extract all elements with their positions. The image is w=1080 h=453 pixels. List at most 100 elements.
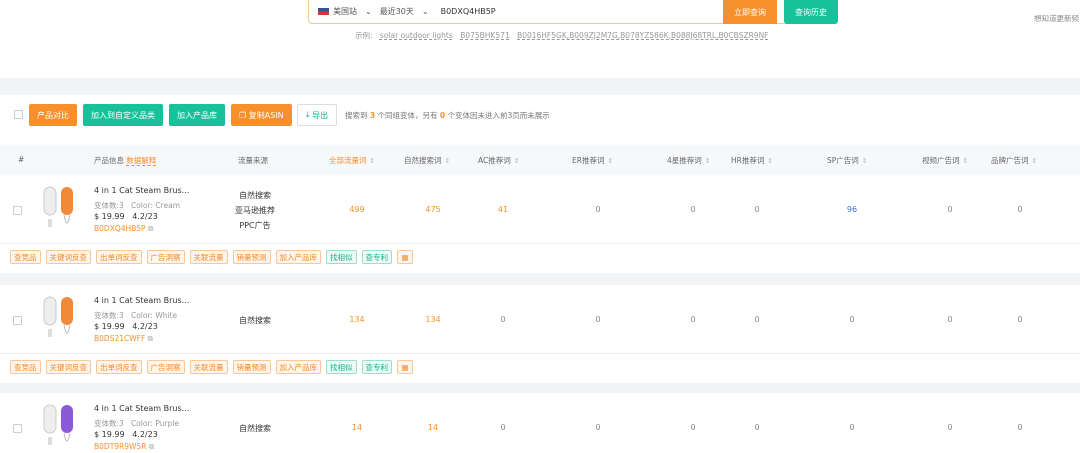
action-button[interactable]: 查竞品 <box>10 360 41 374</box>
metric-video[interactable]: 0 <box>947 423 952 432</box>
product-title[interactable]: 4 in 1 Cat Steam Brus... <box>94 186 189 195</box>
metric-star4[interactable]: 0 <box>690 423 695 432</box>
metric-star4[interactable]: 0 <box>690 205 695 214</box>
action-button[interactable]: 出单词反查 <box>96 360 142 374</box>
metric-organic[interactable]: 14 <box>428 423 438 432</box>
asin-link[interactable]: B0DS21CWFF ⧉ <box>94 334 153 344</box>
traffic-sources: 自然搜索 <box>225 421 285 436</box>
action-button[interactable]: 关键词反查 <box>45 250 91 264</box>
action-button[interactable]: 加入产品库 <box>275 250 321 264</box>
col-hr[interactable]: HR推荐词 ⇕ <box>731 155 773 166</box>
product-image[interactable] <box>42 295 78 345</box>
row-checkbox[interactable] <box>13 316 22 325</box>
metric-hr[interactable]: 0 <box>754 205 759 214</box>
metric-brand[interactable]: 0 <box>1017 315 1022 324</box>
col-index: # <box>18 155 25 164</box>
update-hint[interactable]: 想知道更新频 <box>1034 13 1079 24</box>
add-library-button[interactable]: 加入产品库 <box>169 104 225 126</box>
row-checkbox[interactable] <box>13 206 22 215</box>
metric-er[interactable]: 0 <box>595 315 600 324</box>
select-all-checkbox[interactable] <box>14 110 23 119</box>
metric-brand[interactable]: 0 <box>1017 205 1022 214</box>
product-image[interactable] <box>42 185 78 235</box>
action-button[interactable]: 销量预测 <box>232 250 271 264</box>
col-4star[interactable]: 4星推荐词 ⇕ <box>667 155 711 166</box>
example-link[interactable]: B075BHK571 <box>460 31 509 40</box>
metric-video[interactable]: 0 <box>947 315 952 324</box>
history-button[interactable]: 查询历史 <box>784 0 838 24</box>
row-actions: 查竞品 关键词反查 出单词反查 广告洞察 关联流量 销量预测 加入产品库 找相似 查专利 ▦ <box>10 250 413 264</box>
product-title[interactable]: 4 in 1 Cat Steam Brus... <box>94 296 189 305</box>
row-checkbox[interactable] <box>13 424 22 433</box>
metric-video[interactable]: 0 <box>947 205 952 214</box>
action-button[interactable]: 关联流量 <box>189 360 228 374</box>
metric-sp[interactable]: 0 <box>849 423 854 432</box>
calculator-icon[interactable]: ▦ <box>397 250 413 264</box>
action-button[interactable]: 关键词反查 <box>45 360 91 374</box>
col-video[interactable]: 视频广告词 ⇕ <box>922 155 968 166</box>
action-button[interactable]: 关联流量 <box>189 250 228 264</box>
sort-icon: ⇕ <box>767 157 774 165</box>
copy-asin-button[interactable]: ❐ 复制ASIN <box>231 104 292 126</box>
search-button[interactable]: 立即查询 <box>723 0 777 24</box>
col-ac[interactable]: AC推荐词 ⇕ <box>478 155 520 166</box>
metric-ac[interactable]: 41 <box>498 205 508 214</box>
metric-organic[interactable]: 475 <box>425 205 440 214</box>
price-rating: $ 19.99 4.2/23 <box>94 322 158 331</box>
compare-button[interactable]: 产品对比 <box>29 104 77 126</box>
calculator-icon[interactable]: ▦ <box>397 360 413 374</box>
asin-link[interactable]: B0DXQ4HB5P ⧉ <box>94 224 153 234</box>
col-brand[interactable]: 品牌广告词 ⇕ <box>991 155 1037 166</box>
external-link-icon: ⧉ <box>148 442 155 451</box>
metric-hr[interactable]: 0 <box>754 423 759 432</box>
col-organic[interactable]: 自然搜索词 ⇕ <box>404 155 450 166</box>
metric-sp[interactable]: 0 <box>849 315 854 324</box>
action-button[interactable]: 加入产品库 <box>275 360 321 374</box>
action-button[interactable]: 找相似 <box>326 360 357 374</box>
metric-star4[interactable]: 0 <box>690 315 695 324</box>
action-button[interactable]: 广告洞察 <box>146 250 185 264</box>
example-link[interactable]: solar outdoor lights <box>380 31 453 40</box>
action-button[interactable]: 销量预测 <box>232 360 271 374</box>
variant-info: 变体数:3 Color: White <box>94 311 178 320</box>
metric-ac[interactable]: 0 <box>500 423 505 432</box>
sort-icon: ⇕ <box>369 157 376 165</box>
variant-info: 变体数:3 Color: Purple <box>94 419 180 428</box>
site-select[interactable]: 美国站 <box>333 6 357 17</box>
metric-brand[interactable]: 0 <box>1017 423 1022 432</box>
action-button[interactable]: 广告洞察 <box>146 360 185 374</box>
metric-all[interactable]: 14 <box>352 423 362 432</box>
price-rating: $ 19.99 4.2/23 <box>94 430 158 439</box>
metric-all[interactable]: 134 <box>349 315 364 324</box>
metric-sp[interactable]: 96 <box>847 205 857 214</box>
col-all[interactable]: 全部流量词 ⇕ <box>329 155 375 166</box>
action-button[interactable]: 查竞品 <box>10 250 41 264</box>
sort-icon: ⇕ <box>444 157 451 165</box>
us-flag-icon <box>318 8 329 15</box>
row-actions: 查竞品 关键词反查 出单词反查 广告洞察 关联流量 销量预测 加入产品库 找相似 查专利 ▦ <box>10 360 413 374</box>
add-custom-category-button[interactable]: 加入到自定义品类 <box>83 104 163 126</box>
metric-er[interactable]: 0 <box>595 423 600 432</box>
data-explain-link[interactable]: 数据解释 <box>126 156 157 166</box>
action-button[interactable]: 出单词反查 <box>96 250 142 264</box>
product-image[interactable] <box>42 403 78 453</box>
period-select[interactable]: 最近30天 <box>380 6 414 17</box>
metric-er[interactable]: 0 <box>595 205 600 214</box>
product-title[interactable]: 4 in 1 Cat Steam Brus... <box>94 404 189 413</box>
export-button[interactable]: ⤓ 导出 <box>297 104 338 126</box>
action-button[interactable]: 查专利 <box>361 250 392 264</box>
col-sp[interactable]: SP广告词 ⇕ <box>827 155 868 166</box>
metric-organic[interactable]: 134 <box>425 315 440 324</box>
search-input[interactable]: B0DXQ4HB5P <box>441 7 496 16</box>
traffic-source: 自然搜索 <box>239 190 271 200</box>
col-er[interactable]: ER推荐词 ⇕ <box>572 155 613 166</box>
asin-link[interactable]: B0DT9R9W5R ⧉ <box>94 442 154 452</box>
action-button[interactable]: 找相似 <box>326 250 357 264</box>
action-button[interactable]: 查专利 <box>361 360 392 374</box>
metric-ac[interactable]: 0 <box>500 315 505 324</box>
example-link[interactable]: B0016HF5GK,B009ZJ2M7G,B078YZ586K,B088J68… <box>517 31 768 40</box>
external-link-icon: ⧉ <box>147 224 154 233</box>
col-product: 产品信息 数据解释 <box>94 156 157 166</box>
metric-hr[interactable]: 0 <box>754 315 759 324</box>
metric-all[interactable]: 499 <box>349 205 364 214</box>
